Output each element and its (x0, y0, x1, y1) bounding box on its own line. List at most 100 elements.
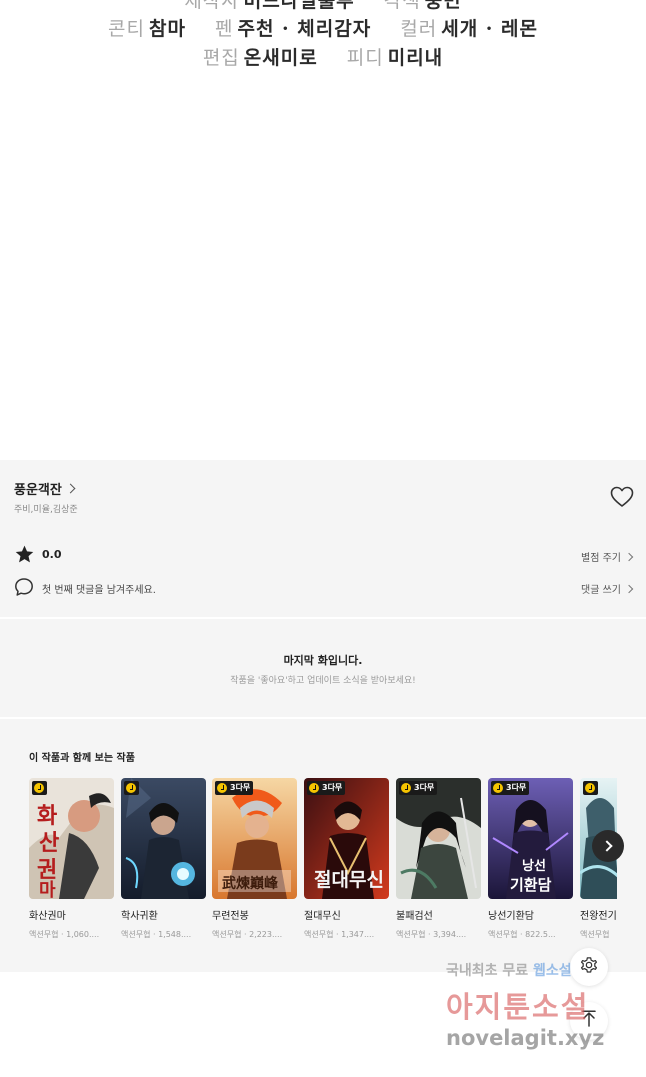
cover-art-haksa (121, 778, 206, 899)
credit-name: 세개 · 레몬 (441, 18, 538, 40)
series-authors: 주비,미율,김상준 (14, 505, 78, 515)
chevron-right-icon (65, 483, 76, 494)
recommendations-section: 이 작품과 함께 보는 작품 화 산 권 마 화산권마 액션무협 · 1,060… (0, 719, 646, 972)
svg-text:화: 화 (37, 803, 57, 829)
recommendation-title: 무련전봉 (212, 911, 249, 922)
waitfree-badge: 3다무 (491, 781, 530, 795)
write-comment-label: 댓글 쓰기 (581, 585, 621, 596)
credit-role: 콘티 (108, 18, 145, 40)
svg-text:절대무신: 절대무신 (314, 869, 384, 891)
rate-button[interactable]: 별점 주기 (581, 549, 634, 564)
write-comment-button[interactable]: 댓글 쓰기 (581, 581, 634, 596)
comment-prompt[interactable]: 첫 번째 댓글을 남겨주세요. (42, 581, 156, 596)
recommendation-meta: 액션무협 · 1,347.... (304, 930, 375, 939)
clock-icon (401, 783, 411, 793)
waitfree-badge (124, 781, 139, 795)
heart-outline-icon[interactable] (610, 486, 634, 508)
badge-text: 3다무 (414, 783, 435, 792)
series-title-link[interactable]: 풍운객잔 (14, 479, 76, 498)
credit-name: 미리내 (387, 47, 444, 69)
credit-role: 피디 (346, 47, 384, 69)
waitfree-badge (32, 781, 47, 795)
recommendation-card[interactable]: 3다무 불패검선 액션무협 · 3,394.... (396, 778, 481, 940)
credit-line: 편집 온새미로 피디 미리내 (0, 43, 646, 70)
series-info-panel: 풍운객잔 주비,미율,김상준 0.0 별점 주기 첫 번째 댓글을 남겨주세요.… (0, 460, 646, 617)
last-episode-title: 마지막 화입니다. (283, 654, 363, 667)
gear-icon (579, 955, 599, 979)
recommendation-title: 불패검선 (396, 911, 433, 922)
credit-role: 제작사 (184, 0, 240, 12)
credit-name: 온새미로 (243, 47, 318, 69)
recommendations-heading: 이 작품과 함께 보는 작품 (29, 753, 135, 764)
svg-text:낭선: 낭선 (522, 858, 546, 874)
last-episode-notice: 마지막 화입니다. 작품을 '좋아요'하고 업데이트 소식을 받아보세요! (0, 619, 646, 717)
recommendation-card[interactable]: 武煉巔峰 3다무 무련전봉 액션무협 · 2,223.... (212, 778, 297, 940)
waitfree-badge (583, 781, 598, 795)
recommendation-title: 낭선기환담 (488, 911, 534, 922)
recommendation-card[interactable]: 화 산 권 마 화산권마 액션무협 · 1,060.... (29, 778, 114, 940)
series-title: 풍운객잔 (14, 483, 62, 498)
comment-row: 첫 번째 댓글을 남겨주세요. 댓글 쓰기 (14, 576, 634, 598)
recommendation-meta: 액션무협 (580, 930, 610, 939)
carousel-next-button[interactable] (592, 830, 624, 862)
credit-name: 머드나일룰루 (243, 0, 355, 12)
credit-name: 중민 (424, 0, 462, 12)
cover-art-muryeon: 武煉巔峰 3다무 (212, 778, 297, 899)
settings-button[interactable] (570, 948, 608, 986)
chevron-right-icon (624, 584, 634, 593)
watermark-line2: 아지툰소설 (446, 990, 590, 1024)
badge-text: 3다무 (506, 783, 527, 792)
last-episode-subtitle: 작품을 '좋아요'하고 업데이트 소식을 받아보세요! (230, 676, 416, 686)
badge-text: 3다무 (322, 783, 343, 792)
clock-icon (585, 783, 595, 793)
waitfree-badge: 3다무 (399, 781, 438, 795)
rating-row: 0.0 별점 주기 (14, 544, 634, 566)
rate-button-label: 별점 주기 (581, 553, 621, 564)
recommendation-card[interactable]: 낭선 기환담 3다무 낭선기환담 액션무협 · 822.5... (488, 778, 573, 940)
cover-art-jeoldae: 절대무신 3다무 (304, 778, 389, 899)
recommendation-title: 화산권마 (29, 911, 66, 922)
credit-name: 주천 · 체리감자 (237, 18, 372, 40)
chevron-right-icon (624, 552, 634, 561)
rating-value: 0.0 (42, 548, 62, 561)
waitfree-badge: 3다무 (215, 781, 254, 795)
recommendation-meta: 액션무협 · 1,060.... (29, 930, 100, 939)
clock-icon (34, 783, 44, 793)
credit-role: 펜 (214, 18, 234, 40)
episode-credits: 제작사 머드나일룰루 각색 중민 콘티 참마 펜 주천 · 체리감자 컬러 세개 · 레몬… (0, 0, 646, 460)
credit-name: 참마 (148, 18, 186, 40)
clock-icon (493, 783, 503, 793)
credit-role: 컬러 (400, 18, 438, 40)
badge-text: 3다무 (230, 783, 251, 792)
credit-line: 콘티 참마 펜 주천 · 체리감자 컬러 세개 · 레몬 (0, 14, 646, 41)
chevron-right-icon (600, 840, 613, 852)
credit-role: 각색 (383, 0, 421, 12)
recommendation-meta: 액션무협 · 2,223.... (212, 930, 283, 939)
clock-icon (309, 783, 319, 793)
recommendation-card[interactable]: 절대무신 3다무 절대무신 액션무협 · 1,347.... (304, 778, 389, 940)
svg-text:武煉巔峰: 武煉巔峰 (222, 875, 279, 892)
recommendations-carousel[interactable]: 화 산 권 마 화산권마 액션무협 · 1,060.... 학사귀환 액션무협 … (29, 778, 617, 948)
star-icon (14, 544, 35, 565)
credit-role: 편집 (202, 47, 240, 69)
waitfree-badge: 3다무 (307, 781, 346, 795)
scroll-top-button[interactable] (570, 1002, 608, 1040)
recommendation-card[interactable]: 학사귀환 액션무협 · 1,548.... (121, 778, 206, 940)
comment-bubble-icon (14, 577, 34, 597)
svg-text:마: 마 (39, 880, 56, 899)
svg-text:기환담: 기환담 (510, 876, 552, 894)
cover-art-hwasan: 화 산 권 마 (29, 778, 114, 899)
credit-line: 제작사 머드나일룰루 각색 중민 (0, 0, 646, 13)
recommendation-title: 절대무신 (304, 911, 341, 922)
cover-art-bulpae: 3다무 (396, 778, 481, 899)
svg-text:산: 산 (39, 830, 59, 856)
cover-art-nangseon: 낭선 기환담 3다무 (488, 778, 573, 899)
clock-icon (217, 783, 227, 793)
recommendation-title: 학사귀환 (121, 911, 158, 922)
arrow-up-icon (580, 1010, 598, 1032)
recommendation-meta: 액션무협 · 3,394.... (396, 930, 467, 939)
recommendation-title: 전왕전기 (580, 911, 617, 922)
recommendation-meta: 액션무협 · 822.5... (488, 930, 556, 939)
clock-icon (126, 783, 136, 793)
recommendation-meta: 액션무협 · 1,548.... (121, 930, 192, 939)
